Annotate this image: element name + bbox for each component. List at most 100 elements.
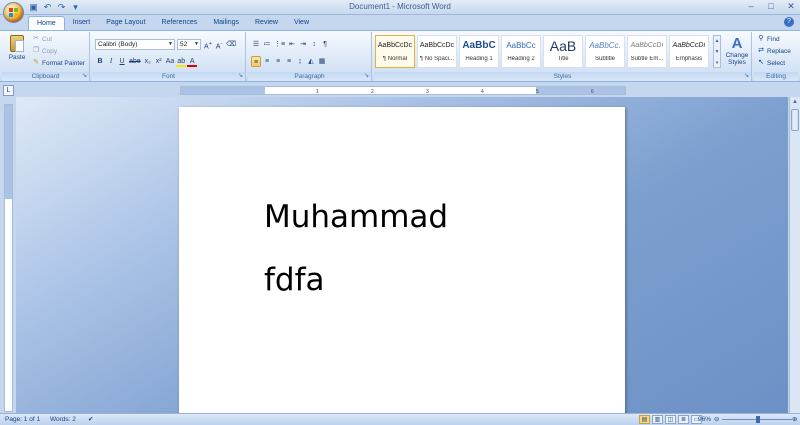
bullets-icon[interactable]: ☰ [251, 39, 261, 50]
paste-button[interactable]: Paste [6, 35, 28, 69]
grow-font-icon[interactable]: A+ [203, 39, 213, 50]
change-styles-button[interactable]: A Change Styles [722, 35, 752, 71]
shading-icon[interactable]: ◭ [306, 56, 316, 67]
zoom-slider-thumb[interactable] [756, 416, 760, 423]
window-controls: – □ ✕ [744, 1, 798, 13]
style-no-spacing[interactable]: AaBbCcDc ¶ No Spaci... [417, 35, 457, 68]
right-margin-area [536, 87, 625, 94]
find-button[interactable]: ⚲ Find [757, 35, 779, 43]
font-name-combo[interactable]: Calibri (Body) ▼ [95, 39, 175, 50]
align-left-icon[interactable]: ≡ [251, 56, 261, 67]
cut-label: Cut [42, 35, 53, 43]
style-heading-1[interactable]: AaBbC Heading 1 [459, 35, 499, 68]
style-heading-2[interactable]: AaBbCc Heading 2 [501, 35, 541, 68]
vertical-scrollbar[interactable]: ▲ [789, 97, 800, 413]
font-color-icon[interactable]: A [187, 56, 198, 67]
paragraph-launcher-icon[interactable]: ↘ [363, 73, 370, 80]
select-button[interactable]: ↖ Select [757, 59, 785, 67]
font-size-combo[interactable]: 52 ▼ [177, 39, 201, 50]
style-name: ¶ No Spaci... [419, 56, 455, 62]
list-tools: ☰ ≔ ⋮≡ ⇤ ⇥ ↕ ¶ [251, 39, 330, 50]
line-spacing-icon[interactable]: ↨ [295, 56, 305, 67]
increase-indent-icon[interactable]: ⇥ [298, 39, 308, 50]
style-sample: AaBbCc. [589, 41, 621, 50]
chevron-down-icon: ▼ [194, 41, 199, 47]
replace-icon: ⇄ [758, 47, 764, 54]
vertical-ruler[interactable] [4, 104, 13, 412]
style-emphasis[interactable]: AaBbCcDı Emphasis [669, 35, 709, 68]
tab-selector[interactable]: L [3, 85, 14, 96]
office-logo-icon [9, 8, 19, 18]
change-case-icon[interactable]: Aa [165, 56, 176, 67]
shrink-font-icon[interactable]: A- [214, 39, 224, 50]
scroll-thumb[interactable] [791, 109, 799, 131]
sort-icon[interactable]: ↕ [309, 39, 319, 50]
close-button[interactable]: ✕ [784, 1, 798, 13]
proofing-icon[interactable]: ✔ [88, 415, 93, 425]
zoom-in-icon[interactable]: ⊕ [792, 415, 797, 425]
decrease-indent-icon[interactable]: ⇤ [287, 39, 297, 50]
italic-icon[interactable]: I [106, 56, 116, 67]
tab-review[interactable]: Review [247, 16, 286, 30]
subscript-icon[interactable]: x₂ [143, 56, 153, 67]
horizontal-ruler[interactable]: 1 2 3 4 5 6 [180, 86, 626, 95]
binoculars-icon: ⚲ [758, 35, 764, 42]
copy-button[interactable]: ❐ Copy [32, 47, 57, 55]
clipboard-launcher-icon[interactable]: ↘ [81, 73, 88, 80]
ribbon: Paste ✂ Cut ❐ Copy ✎ Format Painter Clip… [0, 30, 800, 82]
style-sample: AaBbCcDı [672, 42, 706, 49]
change-styles-label: Change Styles [725, 52, 749, 66]
tab-home[interactable]: Home [28, 16, 65, 30]
align-right-icon[interactable]: ≡ [273, 56, 283, 67]
format-painter-button[interactable]: ✎ Format Painter [32, 59, 85, 67]
cut-button[interactable]: ✂ Cut [32, 35, 52, 43]
align-center-icon[interactable]: ≡ [262, 56, 272, 67]
tab-insert[interactable]: Insert [65, 16, 99, 30]
print-layout-icon[interactable]: ▤ [639, 415, 650, 424]
document-paragraph[interactable]: Muhammad [264, 199, 448, 235]
ruler-tick: 2 [371, 89, 374, 95]
office-button[interactable] [3, 2, 24, 23]
font-launcher-icon[interactable]: ↘ [237, 73, 244, 80]
scroll-up-icon[interactable]: ▲ [790, 97, 800, 107]
style-normal[interactable]: AaBbCcDc ¶ Normal [375, 35, 415, 68]
zoom-level[interactable]: 96% [698, 415, 711, 425]
zoom-out-icon[interactable]: ⊖ [714, 415, 719, 425]
tab-view[interactable]: View [286, 16, 317, 30]
document-area[interactable]: Muhammad fdfa [16, 97, 788, 413]
web-layout-icon[interactable]: ◫ [665, 415, 676, 424]
numbering-icon[interactable]: ≔ [262, 39, 272, 50]
highlight-icon[interactable]: ab [176, 56, 187, 67]
style-title[interactable]: AaB Title [543, 35, 583, 68]
replace-button[interactable]: ⇄ Replace [757, 47, 791, 55]
page-count[interactable]: Page: 1 of 1 [5, 415, 40, 425]
help-icon[interactable]: ? [784, 17, 794, 27]
replace-label: Replace [767, 47, 791, 55]
full-screen-reading-icon[interactable]: ▥ [652, 415, 663, 424]
borders-icon[interactable]: ▦ [317, 56, 327, 67]
tab-page-layout[interactable]: Page Layout [98, 16, 153, 30]
tab-mailings[interactable]: Mailings [205, 16, 247, 30]
show-marks-icon[interactable]: ¶ [320, 39, 330, 50]
document-paragraph[interactable]: fdfa [264, 262, 325, 298]
tab-references[interactable]: References [154, 16, 206, 30]
clear-formatting-icon[interactable]: ⌫ [225, 39, 237, 50]
superscript-icon[interactable]: x² [154, 56, 164, 67]
document-page[interactable]: Muhammad fdfa [179, 107, 625, 413]
styles-gallery-scroll[interactable]: ▲ ▼ ▾ [713, 35, 721, 68]
multilevel-list-icon[interactable]: ⋮≡ [273, 39, 286, 50]
underline-icon[interactable]: U [117, 56, 127, 67]
justify-icon[interactable]: ≡ [284, 56, 294, 67]
word-count[interactable]: Words: 2 [50, 415, 76, 425]
style-name: Heading 1 [465, 56, 493, 62]
outline-icon[interactable]: ≣ [678, 415, 689, 424]
bold-icon[interactable]: B [95, 56, 105, 67]
maximize-button[interactable]: □ [764, 1, 778, 13]
styles-launcher-icon[interactable]: ↘ [743, 73, 750, 80]
style-subtitle[interactable]: AaBbCc. Subtitle [585, 35, 625, 68]
strikethrough-icon[interactable]: abe [128, 56, 142, 67]
ruler-tick: 1 [316, 89, 319, 95]
minimize-button[interactable]: – [744, 1, 758, 13]
select-label: Select [767, 59, 786, 67]
style-subtle-emphasis[interactable]: AaBbCcDı Subtle Em... [627, 35, 667, 68]
